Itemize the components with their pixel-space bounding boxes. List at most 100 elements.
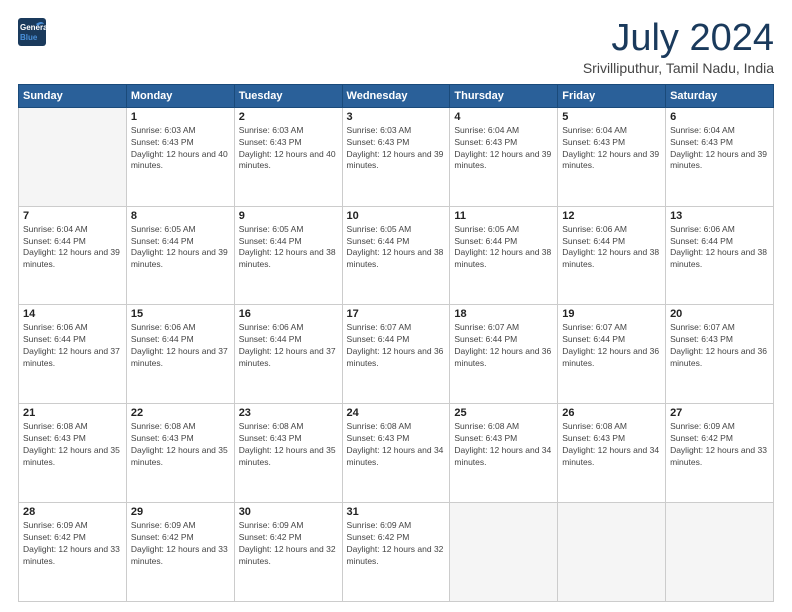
calendar-day-cell: 8Sunrise: 6:05 AMSunset: 6:44 PMDaylight… (126, 206, 234, 305)
calendar-week-row: 28 Sunrise: 6:09 AMSunset: 6:42 PMDayligh… (19, 503, 774, 602)
day-info: Sunrise: 6:03 AMSunset: 6:43 PMDaylight:… (131, 125, 230, 173)
page: General Blue July 2024 Srivilliputhur, T… (0, 0, 792, 612)
calendar-day-cell: 7 Sunrise: 6:04 AMSunset: 6:44 PMDaylight… (19, 206, 127, 305)
calendar-day-header: Thursday (450, 84, 558, 107)
calendar-day-cell: 3 Sunrise: 6:03 AMSunset: 6:43 PMDaylight… (342, 107, 450, 206)
header: General Blue July 2024 Srivilliputhur, T… (18, 18, 774, 76)
calendar-day-cell: 25 Sunrise: 6:08 AMSunset: 6:43 PMDayligh… (450, 404, 558, 503)
day-info: Sunrise: 6:09 AMSunset: 6:42 PMDaylight:… (670, 421, 769, 469)
calendar-day-cell: 13 Sunrise: 6:06 AMSunset: 6:44 PMDayligh… (666, 206, 774, 305)
calendar-day-cell: 24Sunrise: 6:08 AMSunset: 6:43 PMDayligh… (342, 404, 450, 503)
calendar-day-cell: 29 Sunrise: 6:09 AMSunset: 6:42 PMDayligh… (126, 503, 234, 602)
day-info: Sunrise: 6:06 AMSunset: 6:44 PMDaylight:… (562, 224, 661, 272)
day-number: 10 (347, 210, 446, 222)
day-info: Sunrise: 6:07 AMSunset: 6:44 PMDaylight:… (454, 322, 553, 370)
day-info: Sunrise: 6:03 AMSunset: 6:43 PMDaylight:… (239, 125, 338, 173)
day-number: 25 (454, 407, 553, 419)
day-number: 11 (454, 210, 553, 222)
day-info: Sunrise: 6:03 AMSunset: 6:43 PMDaylight:… (347, 125, 446, 173)
calendar-week-row: 14 Sunrise: 6:06 AMSunset: 6:44 PMDayligh… (19, 305, 774, 404)
day-info: Sunrise: 6:04 AMSunset: 6:43 PMDaylight:… (562, 125, 661, 173)
calendar-day-cell (666, 503, 774, 602)
day-info: Sunrise: 6:08 AMSunset: 6:43 PMDaylight:… (239, 421, 338, 469)
day-info: Sunrise: 6:08 AMSunset: 6:43 PMDaylight:… (454, 421, 553, 469)
calendar-day-cell (558, 503, 666, 602)
day-number: 28 (23, 506, 122, 518)
day-number: 23 (239, 407, 338, 419)
day-info: Sunrise: 6:05 AMSunset: 6:44 PMDaylight:… (347, 224, 446, 272)
day-info: Sunrise: 6:09 AMSunset: 6:42 PMDaylight:… (131, 520, 230, 568)
day-info: Sunrise: 6:06 AMSunset: 6:44 PMDaylight:… (670, 224, 769, 272)
calendar-day-cell: 31 Sunrise: 6:09 AMSunset: 6:42 PMDayligh… (342, 503, 450, 602)
calendar-week-row: 1 Sunrise: 6:03 AMSunset: 6:43 PMDaylight… (19, 107, 774, 206)
day-info: Sunrise: 6:07 AMSunset: 6:43 PMDaylight:… (670, 322, 769, 370)
day-number: 13 (670, 210, 769, 222)
calendar-day-header: Saturday (666, 84, 774, 107)
day-info: Sunrise: 6:08 AMSunset: 6:43 PMDaylight:… (23, 421, 122, 469)
day-number: 19 (562, 308, 661, 320)
day-number: 30 (239, 506, 338, 518)
calendar-day-cell: 19 Sunrise: 6:07 AMSunset: 6:44 PMDayligh… (558, 305, 666, 404)
day-number: 2 (239, 111, 338, 123)
day-number: 7 (23, 210, 122, 222)
day-info: Sunrise: 6:08 AMSunset: 6:43 PMDaylight:… (347, 421, 446, 469)
day-number: 18 (454, 308, 553, 320)
day-info: Sunrise: 6:09 AMSunset: 6:42 PMDaylight:… (347, 520, 446, 568)
calendar-day-cell: 15 Sunrise: 6:06 AMSunset: 6:44 PMDayligh… (126, 305, 234, 404)
day-number: 20 (670, 308, 769, 320)
day-info: Sunrise: 6:07 AMSunset: 6:44 PMDaylight:… (562, 322, 661, 370)
day-number: 6 (670, 111, 769, 123)
day-number: 29 (131, 506, 230, 518)
day-number: 9 (239, 210, 338, 222)
calendar-day-cell: 28 Sunrise: 6:09 AMSunset: 6:42 PMDayligh… (19, 503, 127, 602)
calendar-day-header: Wednesday (342, 84, 450, 107)
calendar-day-cell: 17Sunrise: 6:07 AMSunset: 6:44 PMDayligh… (342, 305, 450, 404)
calendar-day-cell: 10 Sunrise: 6:05 AMSunset: 6:44 PMDayligh… (342, 206, 450, 305)
day-info: Sunrise: 6:05 AMSunset: 6:44 PMDaylight:… (239, 224, 338, 272)
calendar-table: SundayMondayTuesdayWednesdayThursdayFrid… (18, 84, 774, 602)
day-number: 8 (131, 210, 230, 222)
day-number: 1 (131, 111, 230, 123)
subtitle: Srivilliputhur, Tamil Nadu, India (583, 60, 774, 76)
day-number: 15 (131, 308, 230, 320)
calendar-day-cell: 18 Sunrise: 6:07 AMSunset: 6:44 PMDayligh… (450, 305, 558, 404)
calendar-day-cell: 14 Sunrise: 6:06 AMSunset: 6:44 PMDayligh… (19, 305, 127, 404)
calendar-day-cell: 21Sunrise: 6:08 AMSunset: 6:43 PMDayligh… (19, 404, 127, 503)
logo: General Blue (18, 18, 46, 46)
day-info: Sunrise: 6:06 AMSunset: 6:44 PMDaylight:… (131, 322, 230, 370)
calendar-day-cell: 20 Sunrise: 6:07 AMSunset: 6:43 PMDayligh… (666, 305, 774, 404)
day-number: 3 (347, 111, 446, 123)
calendar-day-cell: 6 Sunrise: 6:04 AMSunset: 6:43 PMDaylight… (666, 107, 774, 206)
calendar-day-cell (450, 503, 558, 602)
calendar-day-cell: 26 Sunrise: 6:08 AMSunset: 6:43 PMDayligh… (558, 404, 666, 503)
calendar-day-cell: 30Sunrise: 6:09 AMSunset: 6:42 PMDayligh… (234, 503, 342, 602)
day-info: Sunrise: 6:09 AMSunset: 6:42 PMDaylight:… (23, 520, 122, 568)
calendar-day-cell: 9 Sunrise: 6:05 AMSunset: 6:44 PMDaylight… (234, 206, 342, 305)
day-info: Sunrise: 6:08 AMSunset: 6:43 PMDaylight:… (131, 421, 230, 469)
day-number: 31 (347, 506, 446, 518)
day-number: 17 (347, 308, 446, 320)
day-number: 12 (562, 210, 661, 222)
day-info: Sunrise: 6:04 AMSunset: 6:43 PMDaylight:… (670, 125, 769, 173)
calendar-day-cell: 11 Sunrise: 6:05 AMSunset: 6:44 PMDayligh… (450, 206, 558, 305)
calendar-day-cell: 23 Sunrise: 6:08 AMSunset: 6:43 PMDayligh… (234, 404, 342, 503)
calendar-day-cell: 16Sunrise: 6:06 AMSunset: 6:44 PMDayligh… (234, 305, 342, 404)
calendar-day-cell: 27 Sunrise: 6:09 AMSunset: 6:42 PMDayligh… (666, 404, 774, 503)
day-info: Sunrise: 6:06 AMSunset: 6:44 PMDaylight:… (23, 322, 122, 370)
calendar-day-cell (19, 107, 127, 206)
day-number: 26 (562, 407, 661, 419)
day-number: 14 (23, 308, 122, 320)
day-number: 27 (670, 407, 769, 419)
day-info: Sunrise: 6:08 AMSunset: 6:43 PMDaylight:… (562, 421, 661, 469)
day-info: Sunrise: 6:05 AMSunset: 6:44 PMDaylight:… (454, 224, 553, 272)
calendar-day-cell: 22Sunrise: 6:08 AMSunset: 6:43 PMDayligh… (126, 404, 234, 503)
calendar-day-cell: 4Sunrise: 6:04 AMSunset: 6:43 PMDaylight… (450, 107, 558, 206)
day-info: Sunrise: 6:04 AMSunset: 6:44 PMDaylight:… (23, 224, 122, 272)
calendar-day-cell: 1 Sunrise: 6:03 AMSunset: 6:43 PMDaylight… (126, 107, 234, 206)
calendar-body: 1 Sunrise: 6:03 AMSunset: 6:43 PMDaylight… (19, 107, 774, 601)
day-number: 5 (562, 111, 661, 123)
main-title: July 2024 (583, 18, 774, 60)
day-number: 16 (239, 308, 338, 320)
calendar-day-cell: 2 Sunrise: 6:03 AMSunset: 6:43 PMDaylight… (234, 107, 342, 206)
title-block: July 2024 Srivilliputhur, Tamil Nadu, In… (583, 18, 774, 76)
